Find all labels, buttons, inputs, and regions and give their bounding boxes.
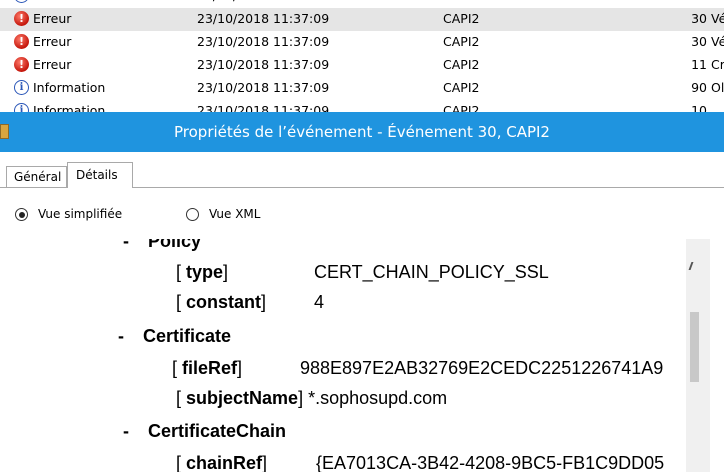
info-icon: i [14, 103, 29, 112]
node-dash[interactable]: - [123, 239, 129, 252]
event-level: Erreur [33, 57, 72, 72]
value-subjectname: *.sophosupd.com [308, 388, 448, 408]
event-id: 30 [691, 11, 707, 26]
node-dash[interactable]: - [118, 326, 124, 347]
node-certificatechain: CertificateChain [148, 421, 287, 441]
event-id: 90 [691, 80, 707, 95]
event-date: 23/10/2018 11:37:09 [197, 34, 330, 49]
value-chainref: {EA7013CA-3B42-4208-9BC5-FB1C9DD05 [316, 453, 665, 472]
event-level: Information [33, 0, 105, 3]
value-type: CERT_CHAIN_POLICY_SSL [314, 262, 549, 282]
field-chainref: [ chainRef] [176, 453, 268, 472]
event-source: CAPI2 [443, 0, 479, 3]
event-id: 30 [683, 0, 707, 3]
field-fileref: [ fileRef] [172, 358, 243, 378]
event-source: CAPI2 [443, 34, 480, 49]
event-row[interactable]: ! Erreur 23/10/2018 11:37:09 CAPI2 30 Vé [0, 31, 724, 54]
event-date: 23/10/2018 11:37:09 [197, 80, 330, 95]
event-row[interactable]: i Information 23/10/2018 11:37:09 CAPI2 30 V [0, 0, 724, 8]
event-category: Ol [711, 80, 724, 95]
event-source: CAPI2 [443, 57, 480, 72]
value-fileref: 988E897E2AB32769E2CEDC2251226741A9 [300, 358, 664, 378]
field-constant: [ constant] [176, 292, 267, 312]
event-row[interactable]: i Information 23/10/2018 11:37:09 CAPI2 90 Ol [0, 77, 724, 100]
event-level: Information [33, 103, 106, 112]
event-row[interactable]: i Information 23/10/2018 11:37:09 CAPI2 10 [0, 100, 724, 112]
info-icon: i [14, 0, 29, 3]
value-constant: 4 [314, 292, 325, 312]
error-icon: ! [14, 34, 29, 49]
event-level: Erreur [33, 34, 72, 49]
info-icon: i [14, 80, 29, 95]
radio-simple-label: Vue simplifiée [38, 207, 123, 221]
node-certificate: Certificate [143, 326, 232, 346]
title-bar[interactable]: Propriétés de l’événement - Événement 30… [0, 112, 724, 152]
scrollbar-thumb[interactable] [690, 312, 699, 382]
event-date: 23/10/2018 11:37:09 [197, 57, 330, 72]
event-list[interactable]: i Information 23/10/2018 11:37:09 CAPI2 30 V!… [0, 0, 724, 112]
node-policy: Policy [148, 239, 202, 251]
event-category: Cr [711, 57, 724, 72]
node-dash[interactable]: - [123, 421, 129, 442]
tab-general[interactable]: Général [6, 166, 67, 187]
event-source: CAPI2 [443, 80, 480, 95]
event-date: 23/10/2018 11:37:09 [197, 11, 330, 26]
event-category: Vé [711, 34, 724, 49]
event-category: Vé [711, 11, 724, 26]
event-id: 30 [691, 34, 707, 49]
event-date: 23/10/2018 11:37:09 [197, 103, 330, 112]
event-level: Information [33, 80, 106, 95]
radio-checked-icon [15, 208, 28, 221]
radio-xml-label: Vue XML [209, 207, 261, 221]
field-subjectname: [ subjectName] *.sophosupd.com [176, 388, 448, 408]
event-source: CAPI2 [443, 103, 480, 112]
event-id: 11 [691, 57, 707, 72]
dialog-title: Propriétés de l’événement - Événement 30… [174, 123, 550, 141]
event-id: 10 [691, 103, 707, 112]
tab-details[interactable]: Détails [67, 162, 133, 188]
event-row[interactable]: ! Erreur 23/10/2018 11:37:09 CAPI2 11 Cr [0, 54, 724, 77]
event-level: Erreur [33, 11, 72, 26]
event-category: V [711, 0, 720, 3]
field-type: [ type] [176, 262, 229, 282]
radio-unchecked-icon [186, 208, 199, 221]
details-content[interactable]: - Policy [ type] CERT_CHAIN_POLICY_SSL [… [26, 239, 686, 472]
event-row[interactable]: ! Erreur 23/10/2018 11:37:09 CAPI2 30 Vé [0, 8, 724, 31]
event-properties-dialog: Propriétés de l’événement - Événement 30… [0, 112, 724, 472]
error-icon: ! [14, 57, 29, 72]
event-date: 23/10/2018 11:37:09 [197, 0, 329, 3]
event-source: CAPI2 [443, 11, 480, 26]
error-icon: ! [14, 11, 29, 26]
